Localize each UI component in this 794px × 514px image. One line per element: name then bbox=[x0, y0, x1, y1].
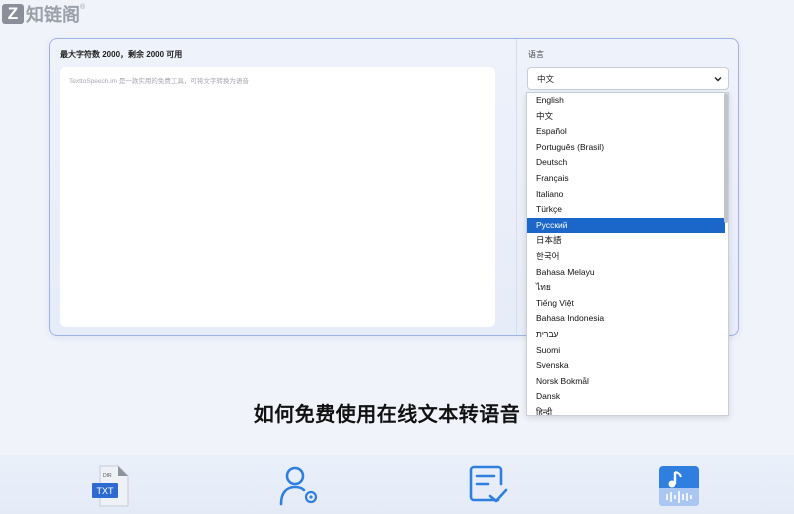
language-option[interactable]: Français bbox=[527, 171, 725, 187]
language-label: 语言 bbox=[528, 50, 544, 59]
language-option[interactable]: Português (Brasil) bbox=[527, 140, 725, 156]
document-check-icon bbox=[469, 465, 508, 503]
language-option[interactable]: עברית bbox=[527, 327, 725, 343]
txt-tag: DIR bbox=[103, 473, 112, 479]
logo-registered-mark: ® bbox=[80, 3, 86, 11]
language-option[interactable]: 한국어 bbox=[527, 249, 725, 265]
chevron-down-icon bbox=[714, 77, 722, 82]
txt-badge: TXT bbox=[97, 486, 115, 496]
dropdown-scrollbar[interactable] bbox=[724, 93, 728, 223]
logo[interactable]: Z 知链阁 ® bbox=[2, 3, 85, 25]
language-option[interactable]: Bahasa Indonesia bbox=[527, 311, 725, 327]
language-option[interactable]: English bbox=[527, 93, 725, 109]
language-option[interactable]: Norsk Bokmål bbox=[527, 374, 725, 390]
text-input[interactable]: TexttoSpeech.im 是一款实用的免费工具，可将文字转换为语音 bbox=[60, 67, 495, 327]
language-option[interactable]: ไทย bbox=[527, 280, 725, 296]
logo-text: 知链阁 bbox=[26, 5, 80, 25]
txt-file-icon: DIR TXT bbox=[92, 465, 129, 507]
language-option[interactable]: Русский bbox=[527, 217, 725, 234]
language-options-list: English 中文 Español Português (Brasil) Deutsc… bbox=[527, 93, 728, 415]
language-option[interactable]: Svenska bbox=[527, 358, 725, 374]
user-settings-icon bbox=[279, 466, 318, 506]
language-select[interactable]: 中文 bbox=[527, 67, 729, 90]
language-option[interactable]: Tiếng Việt bbox=[527, 296, 725, 312]
language-option[interactable]: 中文 bbox=[527, 109, 725, 125]
language-option[interactable]: Türkçe bbox=[527, 202, 725, 218]
language-option[interactable]: Deutsch bbox=[527, 155, 725, 171]
character-limit-label: 最大字符数 2000，剩余 2000 可用 bbox=[60, 50, 183, 59]
language-option[interactable]: Suomi bbox=[527, 343, 725, 359]
language-option[interactable]: Bahasa Melayu bbox=[527, 265, 725, 281]
divider bbox=[516, 39, 517, 335]
language-dropdown[interactable]: English 中文 Español Português (Brasil) Deutsc… bbox=[526, 92, 729, 416]
logo-mark: Z bbox=[2, 4, 24, 24]
text-input-placeholder: TexttoSpeech.im 是一款实用的免费工具，可将文字转换为语音 bbox=[69, 78, 249, 85]
language-option[interactable]: 日本語 bbox=[527, 233, 725, 249]
section-heading: 如何免费使用在线文本转语音 bbox=[253, 404, 521, 426]
language-option[interactable]: Italiano bbox=[527, 187, 725, 203]
language-option[interactable]: Español bbox=[527, 124, 725, 140]
language-select-value: 中文 bbox=[537, 74, 555, 84]
audio-file-icon bbox=[659, 466, 699, 506]
